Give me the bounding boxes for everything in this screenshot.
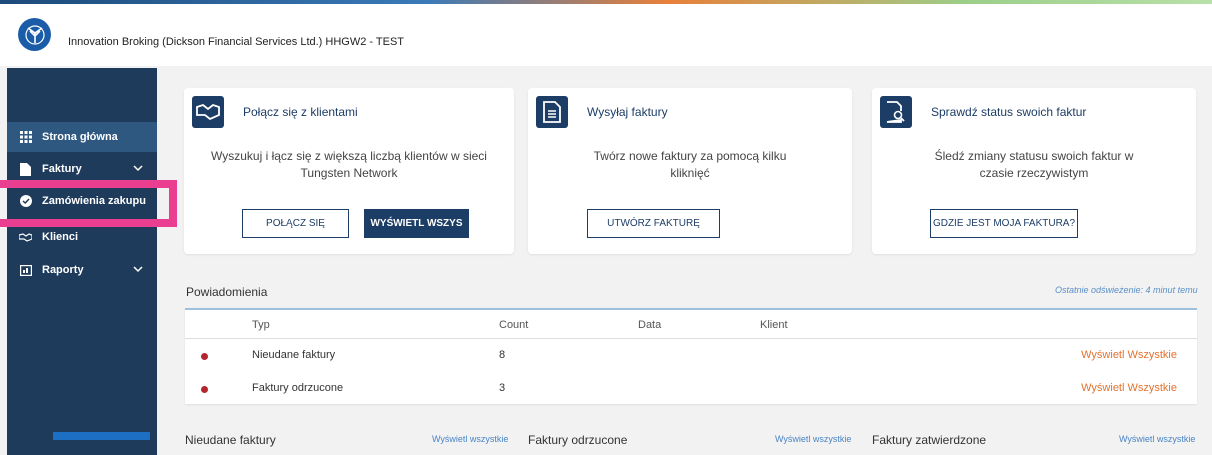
sidebar-item-clients[interactable]: Klienci (7, 222, 157, 252)
table-row: Faktury odrzucone 3 Wyświetl Wszystkie (185, 372, 1197, 405)
chevron-down-icon (133, 163, 143, 175)
notifications-table: Typ Count Data Klient Nieudane faktury 8… (185, 308, 1197, 404)
report-icon (19, 264, 32, 277)
connect-clients-card: Połącz się z klientami Wyszukuj i łącz s… (184, 88, 514, 254)
approved-invoices-title: Faktury zatwierdzone (872, 433, 987, 447)
status-dot-icon (201, 386, 208, 393)
check-circle-icon (19, 195, 32, 208)
sidebar-progress-bar (53, 432, 150, 440)
send-invoices-card: Wysyłaj faktury Twórz nowe faktury za po… (528, 88, 852, 254)
card-description: Śledź zmiany statusu swoich faktur w cza… (934, 149, 1134, 180)
view-all-link[interactable]: Wyświetl Wszystkie (1081, 382, 1177, 394)
sidebar-item-home[interactable]: Strona główna (7, 122, 157, 152)
handshake-icon (19, 231, 32, 244)
column-header-date: Data (638, 319, 662, 331)
sidebar: Strona główna Faktury Zamówienia zakupu … (7, 68, 157, 455)
status-dot-icon (201, 353, 208, 360)
grid-icon (19, 131, 32, 144)
card-title: Połącz się z klientami (243, 105, 358, 119)
rejected-invoices-view-all-link[interactable]: Wyświetl wszystkie (775, 434, 851, 444)
create-invoice-button[interactable]: UTWÓRZ FAKTURĘ (587, 209, 720, 238)
chevron-down-icon (133, 264, 143, 276)
sidebar-item-label: Faktury (42, 163, 82, 175)
view-all-link[interactable]: Wyświetl Wszystkie (1081, 349, 1177, 361)
app-header: Innovation Broking (Dickson Financial Se… (0, 4, 1212, 66)
view-all-clients-button[interactable]: WYŚWIETL WSZYS (364, 209, 469, 238)
invoice-document-icon (536, 96, 568, 128)
sidebar-item-label: Zamówienia zakupu (42, 195, 146, 207)
row-count: 8 (499, 349, 506, 361)
handshake-icon (192, 96, 224, 128)
sidebar-item-purchase-orders[interactable]: Zamówienia zakupu (7, 186, 157, 216)
row-type: Nieudane faktury (252, 349, 336, 361)
last-refresh-text: Ostatnie odświeżenie: 4 minut temu (1055, 285, 1198, 295)
rejected-invoices-title: Faktury odrzucone (528, 433, 628, 447)
failed-invoices-view-all-link[interactable]: Wyświetl wszystkie (432, 434, 508, 444)
document-icon (19, 162, 32, 176)
connect-button[interactable]: POŁĄCZ SIĘ (242, 209, 349, 238)
card-title: Wysyłaj faktury (587, 105, 668, 119)
column-header-type: Typ (252, 319, 270, 331)
card-description: Twórz nowe faktury za pomocą kilku klikn… (593, 149, 787, 180)
card-description: Wyszukuj i łącz się z większą liczbą kli… (211, 149, 487, 180)
document-search-icon (880, 96, 912, 128)
sidebar-item-label: Raporty (42, 264, 84, 276)
row-type: Faktury odrzucone (252, 382, 344, 394)
row-count: 3 (499, 382, 506, 394)
sidebar-item-label: Strona główna (42, 131, 118, 143)
tungsten-logo-icon[interactable] (18, 18, 51, 51)
failed-invoices-title: Nieudane faktury (185, 433, 276, 447)
where-is-my-invoice-button[interactable]: GDZIE JEST MOJA FAKTURA? (930, 209, 1078, 238)
header-title: Innovation Broking (Dickson Financial Se… (68, 36, 405, 48)
column-header-client: Klient (760, 319, 788, 331)
sidebar-item-label: Klienci (42, 231, 79, 243)
card-title: Sprawdź status swoich faktur (931, 105, 1087, 119)
notifications-title: Powiadomienia (186, 285, 268, 299)
table-row: Nieudane faktury 8 Wyświetl Wszystkie (185, 339, 1197, 372)
column-header-count: Count (499, 319, 529, 331)
approved-invoices-view-all-link[interactable]: Wyświetl wszystkie (1119, 434, 1195, 444)
sidebar-item-reports[interactable]: Raporty (7, 255, 157, 285)
sidebar-item-invoices[interactable]: Faktury (7, 154, 157, 184)
invoice-status-card: Sprawdź status swoich faktur Śledź zmian… (872, 88, 1196, 254)
